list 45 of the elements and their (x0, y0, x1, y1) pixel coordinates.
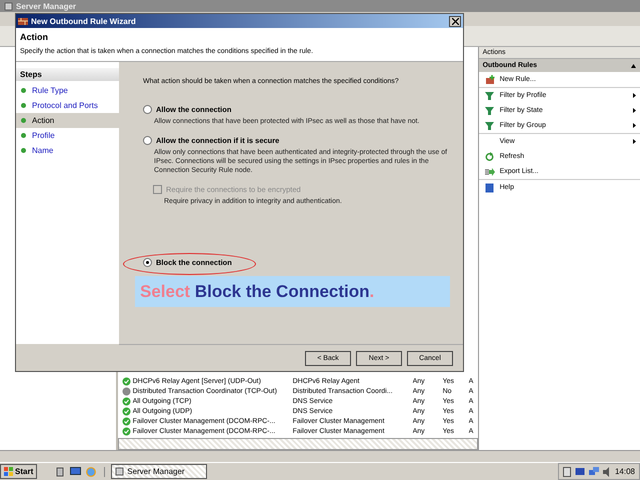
radio-button[interactable] (143, 105, 152, 114)
submenu-arrow-icon (633, 139, 636, 144)
funnel-icon (484, 90, 495, 100)
firewall-icon (18, 16, 28, 26)
windows-logo-icon (4, 467, 13, 476)
close-button[interactable] (449, 16, 461, 26)
caption-text: Select Block the Connection. (140, 282, 374, 302)
dialog-title: New Outbound Rule Wizard (31, 16, 137, 26)
bullet-dot-icon (21, 133, 26, 138)
step-item[interactable]: Profile (16, 128, 119, 143)
monitor-icon (574, 466, 585, 476)
submenu-arrow-icon (633, 108, 636, 113)
speaker-icon (602, 466, 611, 476)
funnel-icon (484, 120, 495, 130)
page-heading: Action (20, 32, 49, 42)
monitor-icon (70, 467, 82, 476)
steps-title: Steps (16, 68, 119, 81)
clock: 14:08 (614, 467, 635, 476)
step-item[interactable]: Name (16, 143, 119, 158)
globe-icon (86, 466, 96, 476)
radio-button[interactable] (143, 136, 152, 145)
step-item[interactable]: Protocol and Ports (16, 98, 119, 113)
horizontal-scrollbar[interactable] (118, 438, 478, 450)
server-icon (55, 466, 66, 476)
document-icon (562, 466, 571, 476)
submenu-arrow-icon (633, 123, 636, 128)
help-icon (484, 182, 495, 192)
step-item[interactable]: Action (16, 113, 119, 128)
taskbar-button[interactable]: Server Manager (111, 464, 208, 479)
refresh-icon (484, 152, 495, 162)
export-icon (484, 166, 495, 176)
bullet-dot-icon (21, 118, 26, 123)
collapse-arrow-icon (631, 64, 636, 68)
step-item[interactable]: Rule Type (16, 83, 119, 98)
bullet-dot-icon (21, 88, 26, 93)
server-icon (115, 467, 124, 476)
network-icon (588, 466, 599, 476)
close-icon (452, 18, 458, 24)
bullet-dot-icon (21, 148, 26, 153)
window-title: Server Manager (16, 2, 76, 10)
funnel-icon (484, 106, 495, 116)
radio-button[interactable] (143, 258, 152, 267)
bullet-dot-icon (21, 103, 26, 108)
start-button[interactable]: Start (0, 464, 38, 479)
submenu-arrow-icon (633, 93, 636, 98)
